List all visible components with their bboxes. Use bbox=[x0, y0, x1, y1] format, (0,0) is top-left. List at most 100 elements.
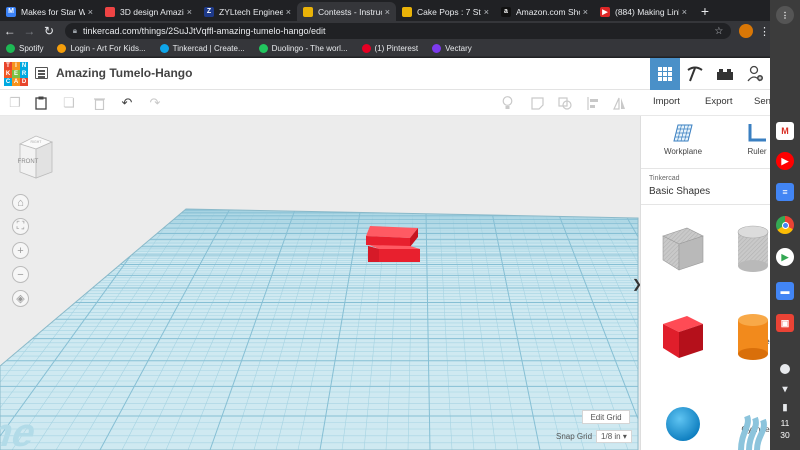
view-cube[interactable]: RIGHT FRONT bbox=[16, 134, 56, 180]
scribble-shape[interactable] bbox=[737, 412, 770, 450]
undo-icon[interactable]: ↶ bbox=[120, 95, 134, 110]
logo-letter: I bbox=[12, 62, 20, 70]
lock-icon: 🔒︎ bbox=[72, 26, 78, 35]
docs-icon[interactable]: ≡ bbox=[776, 183, 794, 201]
close-tab-icon[interactable]: × bbox=[187, 7, 192, 17]
lightbulb-icon[interactable] bbox=[500, 96, 514, 110]
screen: M Makes for Star Wa × 3D design Amazin × Z ZYL… bbox=[0, 0, 800, 450]
close-tab-icon[interactable]: × bbox=[385, 7, 390, 17]
bookmark-item[interactable]: Duolingo - The worl... bbox=[258, 44, 348, 53]
design-title[interactable]: Amazing Tumelo-Hango bbox=[56, 66, 192, 80]
profile-avatar[interactable] bbox=[739, 24, 753, 38]
new-tab-button[interactable]: + bbox=[693, 2, 717, 21]
mirror-icon[interactable] bbox=[612, 96, 626, 110]
address-bar[interactable]: 🔒︎ tinkercad.com/things/2SuJJtVqffl-amaz… bbox=[64, 23, 732, 39]
browser-tab[interactable]: ▶ (884) Making Link × bbox=[594, 2, 693, 21]
close-tab-icon[interactable]: × bbox=[484, 7, 489, 17]
add-user-button[interactable] bbox=[740, 58, 770, 90]
bricks-button[interactable] bbox=[710, 58, 740, 90]
bookmark-favicon-icon bbox=[361, 44, 371, 53]
panel-divider bbox=[641, 168, 770, 169]
forward-arrow-icon[interactable]: → bbox=[20, 24, 40, 38]
browser-tab[interactable]: M Makes for Star Wa × bbox=[0, 2, 99, 21]
clock[interactable]: 11 30 bbox=[770, 417, 800, 441]
tab-favicon-icon: M bbox=[6, 6, 16, 17]
battery-icon[interactable]: ▮ bbox=[776, 398, 794, 416]
export-button[interactable]: Export bbox=[705, 96, 732, 107]
bookmark-item[interactable]: Login - Art For Kids... bbox=[57, 44, 146, 53]
browser-tab[interactable]: Z ZYLtech Engineeri × bbox=[198, 2, 297, 21]
fit-view-button[interactable]: ⛶ bbox=[12, 218, 29, 235]
bookmark-label: Tinkercad | Create... bbox=[172, 44, 245, 53]
tab-favicon-icon bbox=[303, 6, 313, 17]
tinkercad-logo[interactable]: TINKERCAD bbox=[4, 62, 28, 86]
youtube-icon[interactable]: ▶ bbox=[776, 152, 794, 170]
bookmark-item[interactable]: Spotify bbox=[6, 44, 43, 53]
import-button[interactable]: Import bbox=[653, 96, 680, 107]
bookmark-item[interactable]: Vectary bbox=[432, 44, 472, 53]
edit-grid-button[interactable]: Edit Grid bbox=[582, 410, 630, 424]
sphere-shape[interactable] bbox=[665, 406, 701, 442]
library-select[interactable]: Basic Shapes bbox=[649, 186, 710, 197]
codeblocks-button[interactable] bbox=[680, 58, 710, 90]
zoom-out-button[interactable]: − bbox=[12, 266, 29, 283]
bookmark-item[interactable]: Tinkercad | Create... bbox=[159, 44, 245, 53]
cylinder-shape-orange[interactable] bbox=[735, 312, 770, 362]
workplane-tool[interactable]: Workplane bbox=[653, 122, 713, 156]
tab-title: ZYLtech Engineeri bbox=[219, 6, 283, 17]
close-tab-icon[interactable]: × bbox=[682, 7, 687, 17]
paste-icon[interactable] bbox=[34, 96, 48, 110]
snap-grid-select[interactable]: 1/8 in ▾ bbox=[596, 430, 632, 443]
play-store-icon[interactable]: ▶ bbox=[776, 248, 794, 266]
3d-viewport[interactable]: rkplane RIGHT FRONT ⌂ ⛶ + − ◈ Edit Grid … bbox=[0, 116, 640, 450]
bookmark-favicon-icon bbox=[432, 44, 442, 53]
files-icon[interactable]: ▬ bbox=[776, 282, 794, 300]
close-tab-icon[interactable]: × bbox=[88, 7, 93, 17]
browser-tab[interactable]: 3D design Amazin × bbox=[99, 2, 198, 21]
browser-tab[interactable]: Contests - Instruct × bbox=[297, 2, 396, 21]
group-icon[interactable] bbox=[558, 96, 572, 110]
bookmark-label: Duolingo - The worl... bbox=[271, 44, 348, 53]
align-icon[interactable] bbox=[586, 96, 600, 110]
trash-icon[interactable] bbox=[92, 96, 106, 110]
box-shape-gray[interactable] bbox=[657, 224, 709, 272]
home-view-button[interactable]: ⌂ bbox=[12, 194, 29, 211]
browser-tab[interactable]: Cake Pops : 7 Step× bbox=[396, 2, 495, 21]
panel-collapse-toggle[interactable]: ❯ bbox=[632, 272, 640, 296]
zoom-in-button[interactable]: + bbox=[12, 242, 29, 259]
browser-tab[interactable]: a Amazon.com Shop× bbox=[495, 2, 594, 21]
bookmark-favicon-icon bbox=[6, 44, 15, 53]
gmail-icon[interactable]: M bbox=[776, 122, 794, 140]
back-arrow-icon[interactable]: ← bbox=[0, 24, 20, 38]
browser-tabstrip: M Makes for Star Wa × 3D design Amazin × Z ZYL… bbox=[0, 0, 770, 21]
wifi-icon[interactable]: ▾ bbox=[776, 380, 794, 398]
close-tab-icon[interactable]: × bbox=[286, 7, 291, 17]
reload-icon[interactable]: ↻ bbox=[39, 24, 59, 38]
perspective-toggle-button[interactable]: ◈ bbox=[12, 290, 29, 307]
ruler-tool[interactable]: Ruler bbox=[727, 122, 770, 156]
red-box-shape[interactable] bbox=[366, 226, 418, 247]
send-to-button[interactable]: Send bbox=[754, 96, 770, 107]
note-icon[interactable] bbox=[530, 96, 544, 110]
browser-menu-icon[interactable]: ⋮ bbox=[759, 25, 770, 38]
bookmark-item[interactable]: (1) Pinterest bbox=[361, 44, 418, 53]
duplicate-icon[interactable]: ❏ bbox=[62, 95, 76, 110]
snap-grid-label: Snap Grid bbox=[556, 432, 593, 441]
box-shape-red[interactable] bbox=[657, 312, 709, 360]
redo-icon[interactable]: ↷ bbox=[148, 95, 162, 110]
chrome-icon[interactable] bbox=[776, 216, 794, 234]
library-divider bbox=[641, 204, 770, 205]
gallery-icon[interactable]: ▣ bbox=[776, 314, 794, 332]
copy-icon[interactable]: ❐ bbox=[8, 95, 22, 110]
close-tab-icon[interactable]: × bbox=[583, 7, 588, 17]
launcher-icon[interactable]: ⋮ bbox=[776, 6, 794, 24]
bookmark-star-icon[interactable]: ☆ bbox=[714, 26, 723, 37]
design-list-icon[interactable] bbox=[35, 67, 48, 79]
user-plus-icon bbox=[747, 65, 763, 82]
ruler-label: Ruler bbox=[747, 147, 767, 156]
bookmark-label: Login - Art For Kids... bbox=[70, 44, 146, 53]
cylinder-shape-gray[interactable] bbox=[735, 224, 770, 274]
3d-design-view-button[interactable] bbox=[650, 58, 680, 90]
red-box-shape[interactable] bbox=[368, 245, 420, 262]
workplane-grid[interactable]: rkplane bbox=[0, 116, 640, 450]
